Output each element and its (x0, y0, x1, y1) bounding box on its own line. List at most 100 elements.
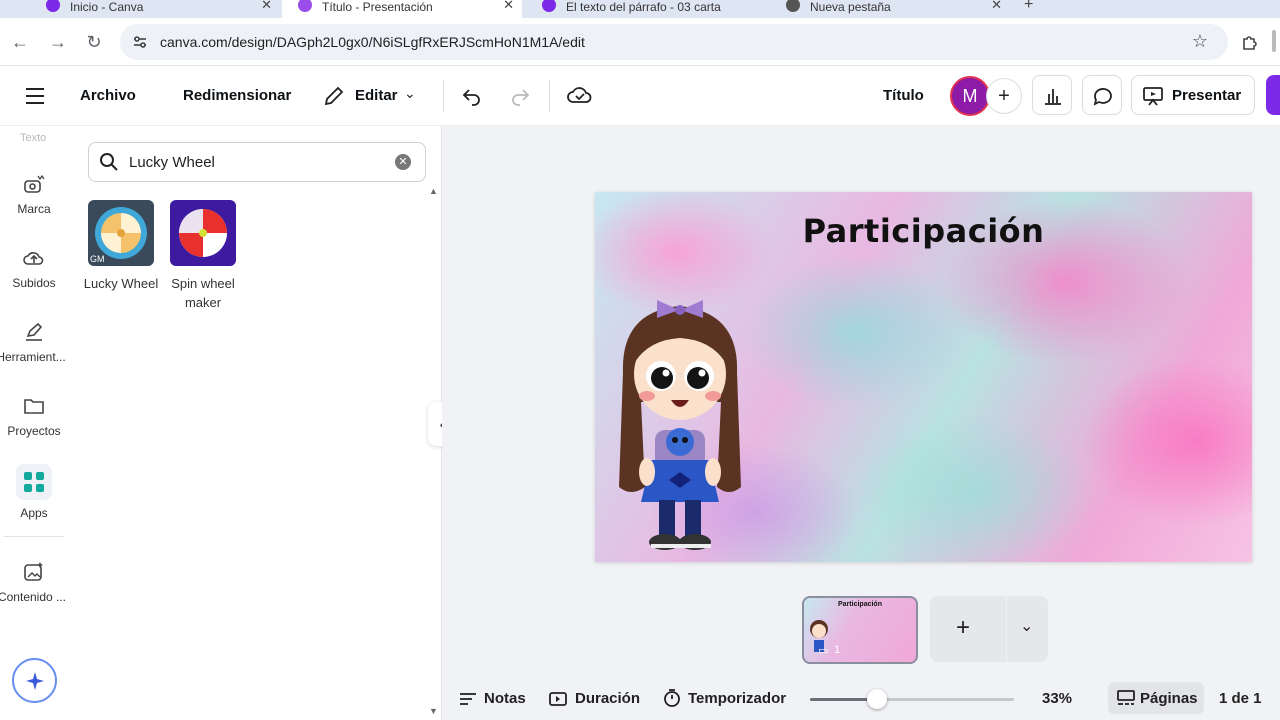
forward-icon[interactable]: → (46, 30, 70, 54)
avatar-letter: M (962, 86, 978, 106)
comments-button[interactable] (1082, 75, 1122, 115)
archivo-menu[interactable]: Archivo (80, 87, 136, 104)
search-value: Lucky Wheel (129, 154, 215, 171)
rail-partial-label: Texto (20, 132, 47, 144)
zoom-level[interactable]: 33% (1042, 690, 1072, 707)
canva-favicon-icon (46, 0, 60, 12)
chevron-down-icon[interactable]: ⌄ (404, 85, 416, 102)
browser-tab[interactable]: Nueva pestaña ✕ (770, 0, 1010, 18)
page-thumbnail[interactable]: Participación ▭ 1 (802, 596, 918, 664)
user-avatar[interactable]: M (950, 76, 990, 116)
back-icon[interactable]: ← (8, 30, 32, 54)
zoom-slider[interactable] (810, 689, 1014, 709)
notas-button[interactable]: Notas (484, 690, 526, 707)
duration-icon (549, 692, 567, 706)
zoom-slider-handle[interactable] (867, 689, 887, 709)
timer-icon (664, 689, 680, 707)
bar-chart-icon (1045, 89, 1061, 105)
page-count[interactable]: 1 de 1 (1219, 690, 1262, 707)
search-input[interactable]: Lucky Wheel ✕ (88, 142, 426, 182)
cloud-upload-icon (23, 252, 44, 265)
browser-tab[interactable]: El texto del párrafo - 03 carta (526, 0, 766, 18)
presentar-button[interactable]: Presentar (1131, 75, 1255, 115)
new-tab-icon[interactable]: + (1024, 0, 1033, 14)
chrome-favicon-icon (786, 0, 800, 12)
rail-item-herramientas[interactable]: Herramient... (0, 320, 68, 364)
design-title[interactable]: Título (883, 87, 924, 104)
rail-label: Marca (17, 202, 51, 216)
spin-wheel-app-icon (179, 209, 227, 257)
apps-search-panel: Lucky Wheel ✕ GM Lucky Wheel Spin wheel … (68, 126, 442, 720)
hamburger-menu-icon[interactable] (24, 86, 46, 106)
url-text: canva.com/design/DAGph2L0gx0/N6iSLgfRxER… (160, 34, 585, 50)
present-screen-icon (1143, 87, 1163, 106)
paginas-label: Páginas (1140, 690, 1198, 707)
comment-bubble-icon (1093, 88, 1112, 106)
canva-ai-button[interactable] (12, 658, 57, 703)
pages-grid-icon (1117, 690, 1135, 705)
brand-crown-icon (24, 174, 45, 193)
notes-icon (460, 693, 476, 705)
redimensionar-button[interactable]: Redimensionar (183, 87, 291, 104)
divider (549, 80, 550, 112)
rail-label: Contenido ... (0, 590, 67, 604)
canva-favicon-icon (542, 0, 556, 12)
add-collaborator-button[interactable]: + (986, 78, 1022, 114)
close-tab-icon[interactable]: ✕ (503, 0, 514, 13)
rail-item-proyectos[interactable]: Proyectos (0, 394, 68, 438)
rail-label: Herramient... (0, 350, 66, 364)
bookmark-star-icon[interactable]: ☆ (1192, 31, 1208, 52)
add-page-control: + ⌄ (930, 596, 1048, 662)
duracion-button[interactable]: Duración (575, 690, 640, 707)
close-tab-icon[interactable]: ✕ (991, 0, 1002, 13)
cloud-saved-icon[interactable] (566, 82, 594, 108)
slide-title[interactable]: Participación (595, 212, 1252, 250)
pencil-icon (324, 86, 344, 106)
share-button-partial[interactable] (1266, 75, 1280, 115)
extensions-puzzle-icon[interactable] (1240, 32, 1260, 52)
app-result-spin-wheel-maker[interactable] (170, 200, 236, 266)
apps-grid-icon (16, 464, 52, 500)
rail-item-contenido[interactable]: Contenido ... (0, 560, 68, 604)
rail-label: Subidos (12, 276, 56, 290)
rail-item-marca[interactable]: Marca (0, 172, 68, 216)
folder-icon (24, 399, 44, 414)
scroll-up-arrow-icon[interactable]: ▲ (429, 186, 438, 196)
sparkle-icon (26, 672, 44, 690)
reload-icon[interactable]: ↻ (82, 30, 106, 54)
add-page-plus-icon[interactable]: + (956, 614, 970, 642)
pen-tool-icon (26, 322, 43, 341)
slide-canvas[interactable]: Participación (595, 192, 1252, 562)
app-result-label: Spin wheel maker (171, 276, 235, 310)
thumbnail-comment-count: 1 (834, 644, 841, 656)
scroll-down-arrow-icon[interactable]: ▼ (429, 706, 438, 716)
redo-icon[interactable] (508, 84, 532, 108)
search-icon (100, 153, 118, 171)
character-illustration[interactable] (611, 292, 751, 560)
browser-tab-active[interactable]: Título - Presentación ✕ (282, 0, 522, 18)
site-settings-icon[interactable] (132, 34, 148, 50)
close-tab-icon[interactable]: ✕ (261, 0, 272, 13)
address-bar[interactable]: canva.com/design/DAGph2L0gx0/N6iSLgfRxER… (120, 24, 1228, 60)
presentar-label: Presentar (1172, 87, 1242, 104)
insights-button[interactable] (1032, 75, 1072, 115)
browser-tab-strip: Inicio - Canva ✕ Título - Presentación ✕… (0, 0, 1280, 18)
rail-item-apps[interactable]: Apps (0, 464, 68, 520)
canva-favicon-icon (298, 0, 312, 12)
tab-title: El texto del párrafo - 03 carta (566, 0, 721, 14)
rail-item-subidos[interactable]: Subidos (0, 246, 68, 290)
scroll-edge (1272, 30, 1276, 52)
undo-icon[interactable] (460, 84, 484, 108)
divider (443, 80, 444, 112)
clear-search-icon[interactable]: ✕ (395, 154, 411, 170)
lucky-wheel-app-icon: GM (90, 207, 147, 264)
paginas-button[interactable]: Páginas (1108, 682, 1204, 714)
chevron-down-icon[interactable]: ⌄ (1020, 616, 1033, 636)
browser-tab[interactable]: Inicio - Canva ✕ (30, 0, 280, 18)
editar-menu[interactable]: Editar (355, 87, 398, 104)
canva-top-toolbar: Archivo Redimensionar Editar ⌄ Título M … (0, 66, 1280, 126)
app-result-label: Lucky Wheel (83, 276, 159, 291)
browser-address-row: ← → ↻ canva.com/design/DAGph2L0gx0/N6iSL… (0, 18, 1280, 66)
app-result-lucky-wheel[interactable]: GM (88, 200, 154, 266)
temporizador-button[interactable]: Temporizador (688, 690, 786, 707)
